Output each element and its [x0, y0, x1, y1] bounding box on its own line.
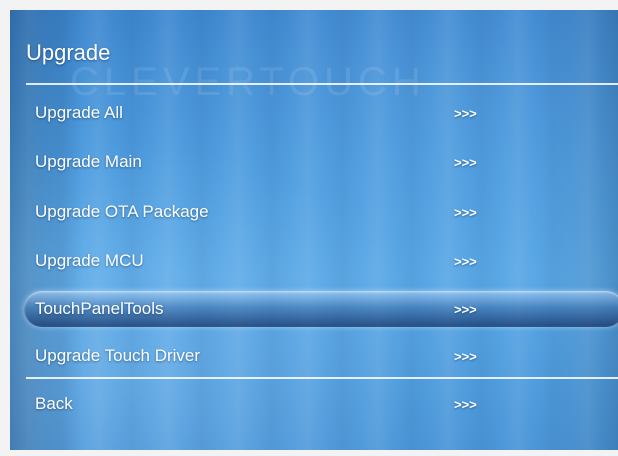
menu-item-upgrade-touch-driver[interactable]: Upgrade Touch Driver >>>	[10, 337, 618, 377]
menu-item-label: Upgrade MCU	[35, 251, 144, 270]
menu-item-label: Upgrade OTA Package	[35, 202, 209, 221]
menu-item-label: Back	[35, 394, 73, 413]
menu-item-label: Upgrade Touch Driver	[35, 346, 201, 365]
menu-item-upgrade-main[interactable]: Upgrade Main >>>	[10, 143, 618, 183]
menu-item-upgrade-ota-package[interactable]: Upgrade OTA Package >>>	[10, 193, 618, 233]
menu-item-arrow: >>>	[454, 397, 477, 412]
menu-item-arrow: >>>	[454, 106, 477, 121]
menu-item-arrow: >>>	[454, 254, 477, 269]
menu-item-upgrade-all[interactable]: Upgrade All >>>	[10, 94, 618, 134]
menu-item-label: Upgrade Main	[35, 152, 142, 171]
menu-item-arrow: >>>	[454, 349, 477, 364]
menu-item-back[interactable]: Back >>>	[10, 385, 618, 425]
menu-title: Upgrade	[26, 40, 111, 65]
menu-item-arrow: >>>	[454, 302, 477, 317]
menu-item-label: TouchPanelTools	[35, 299, 164, 318]
menu-item-touch-panel-tools[interactable]: TouchPanelTools >>>	[10, 290, 618, 330]
back-divider	[26, 377, 618, 379]
menu-item-arrow: >>>	[454, 155, 477, 170]
menu-item-upgrade-mcu[interactable]: Upgrade MCU >>>	[10, 242, 618, 282]
title-divider	[26, 83, 618, 85]
menu-item-arrow: >>>	[454, 205, 477, 220]
menu-item-label: Upgrade All	[35, 103, 123, 122]
upgrade-screen: CLEVERTOUCH Upgrade Upgrade All >>> Upgr…	[10, 10, 618, 450]
